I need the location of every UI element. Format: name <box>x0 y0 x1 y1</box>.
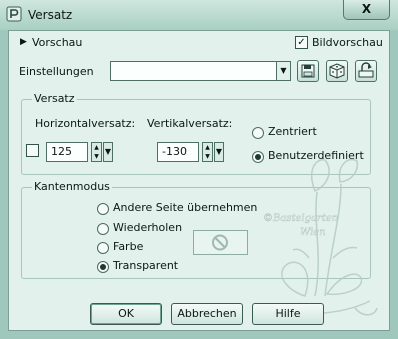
watermark-text-line2: Wien <box>300 227 326 238</box>
ok-button[interactable]: OK <box>90 303 162 325</box>
edge-color-label: Farbe <box>113 240 144 253</box>
reset-arrow-icon <box>358 62 374 78</box>
edge-mode-group-title: Kantenmodus <box>32 180 112 193</box>
reset-preset-button[interactable] <box>355 60 377 82</box>
horizontal-slider-dropdown-icon[interactable]: ▼ <box>103 142 113 162</box>
floppy-disk-icon <box>301 64 315 78</box>
random-preset-button[interactable] <box>326 60 348 82</box>
title-bar[interactable]: Versatz X <box>0 0 398 30</box>
help-button[interactable]: Hilfe <box>252 303 324 325</box>
vertical-spin-arrows-icon[interactable]: ▲ ▼ <box>202 142 213 162</box>
edge-wrap-radio[interactable] <box>97 203 109 215</box>
no-color-icon <box>212 234 228 251</box>
edge-transparent-label: Transparent <box>113 259 179 272</box>
expand-triangle-icon[interactable]: ▶ <box>20 37 27 47</box>
image-preview-checkbox[interactable]: ✓ <box>295 36 308 49</box>
horizontal-offset-input[interactable]: 125 <box>46 142 88 162</box>
link-offsets-checkbox[interactable] <box>26 144 39 157</box>
watermark-text-line1: ©Bastelgarten <box>263 213 338 224</box>
paintshop-app-icon <box>6 6 22 22</box>
vertical-slider-dropdown-icon[interactable]: ▼ <box>214 142 224 162</box>
bastelgarten-watermark-logo: ©Bastelgarten Wien <box>256 158 378 321</box>
preview-toggle[interactable]: Vorschau <box>32 36 82 49</box>
offset-group-title: Versatz <box>32 92 77 105</box>
settings-label: Einstellungen <box>19 65 94 78</box>
edge-color-radio[interactable] <box>97 242 109 254</box>
horizontal-spin-arrows-icon[interactable]: ▲ ▼ <box>91 142 102 162</box>
window-title: Versatz <box>28 8 73 22</box>
dropdown-arrow-icon[interactable]: ▼ <box>276 62 290 80</box>
vertical-offset-label: Vertikalversatz: <box>147 117 233 130</box>
close-button[interactable]: X <box>343 0 390 20</box>
dialog-body: ▶ Vorschau ✓ Bildvorschau Einstellungen … <box>8 30 390 331</box>
edge-wrap-label: Andere Seite übernehmen <box>113 201 258 214</box>
cancel-button[interactable]: Abbrechen <box>171 303 243 325</box>
edge-color-swatch[interactable] <box>193 230 248 255</box>
horizontal-offset-label: Horizontalversatz: <box>35 117 136 130</box>
vertical-offset-input[interactable]: -130 <box>157 142 199 162</box>
edge-repeat-label: Wiederholen <box>113 221 183 234</box>
settings-combobox[interactable]: ▼ <box>110 61 291 81</box>
save-preset-button[interactable] <box>297 60 319 82</box>
centered-label: Zentriert <box>268 125 317 138</box>
centered-radio[interactable] <box>252 127 264 139</box>
image-preview-label: Bildvorschau <box>312 36 383 49</box>
edge-repeat-radio[interactable] <box>97 223 109 235</box>
dice-icon <box>329 63 345 79</box>
edge-transparent-radio[interactable] <box>97 261 109 273</box>
